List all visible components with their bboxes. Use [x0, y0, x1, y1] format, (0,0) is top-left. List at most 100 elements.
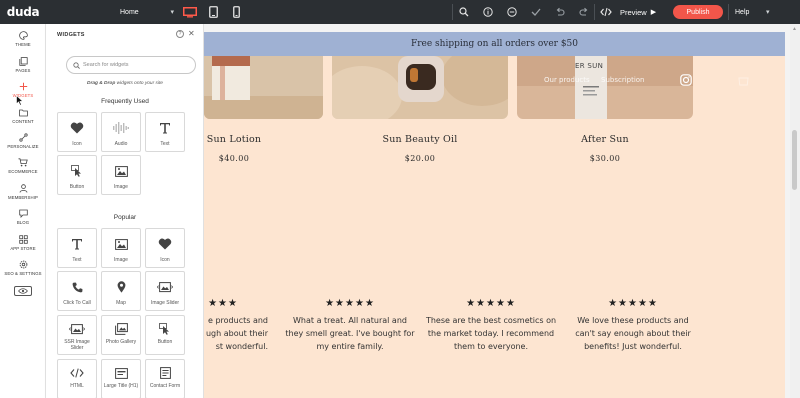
publish-button[interactable]: Publish [673, 5, 723, 19]
preview-label: Preview [620, 7, 647, 17]
image-icon [114, 164, 128, 178]
info-button[interactable] [476, 0, 500, 24]
product-name[interactable]: After Sun [517, 134, 693, 145]
widget-tile-audio[interactable]: Audio [101, 112, 141, 152]
rail-item-pages[interactable]: PAGES [0, 56, 46, 82]
desktop-view-button[interactable] [179, 0, 201, 24]
apps-icon [18, 234, 28, 244]
search-button[interactable] [452, 0, 476, 24]
scroll-up-icon[interactable]: ▲ [792, 26, 797, 32]
close-icon[interactable]: ✕ [188, 29, 195, 38]
widget-tile-text[interactable]: Text [145, 112, 185, 152]
rail-item-label: SEO & SETTINGS [4, 271, 42, 276]
undo-button[interactable] [548, 0, 572, 24]
rail-item-theme[interactable]: THEME [0, 30, 46, 56]
widget-tile-button[interactable]: Button [57, 155, 97, 195]
review-stars: ★★★ [208, 298, 238, 309]
widget-tile-html[interactable]: HTML [57, 359, 97, 398]
zoom-out-button[interactable] [500, 0, 524, 24]
preview-button[interactable]: Preview ▶ [620, 0, 656, 24]
rail-item-label: APP STORE [10, 246, 36, 251]
chevron-down-icon[interactable]: ▾ [766, 0, 770, 24]
rail-item-personalize[interactable]: PERSONALIZE [0, 132, 46, 158]
user-icon [18, 183, 28, 193]
help-icon[interactable]: ? [176, 30, 184, 38]
widget-tile-ssr-image-slider[interactable]: SSR Image Slider [57, 315, 97, 355]
review-line: them to everyone. [453, 342, 529, 351]
product-image[interactable]: ER SUN [517, 56, 693, 119]
widget-label: Button [157, 339, 173, 345]
rail-item-label: THEME [15, 42, 31, 47]
phone-icon [72, 280, 83, 294]
text-icon [71, 237, 83, 251]
widget-tile-text[interactable]: Text [57, 228, 97, 268]
product-image[interactable] [332, 56, 508, 119]
help-menu[interactable]: Help [735, 0, 749, 24]
audio-icon [113, 121, 129, 135]
drag-hint-text: widgets onto your site [115, 81, 163, 86]
widget-tile-photo-gallery[interactable]: Photo Gallery [101, 315, 141, 355]
site-preview[interactable]: Free shipping on all orders over $50 ER … [204, 32, 785, 398]
review-line: e products and [208, 316, 268, 325]
widget-tile-button[interactable]: Button [145, 315, 185, 355]
undo-icon [556, 7, 565, 16]
product-name[interactable]: Sun Lotion [204, 134, 264, 145]
mobile-view-button[interactable] [225, 0, 247, 24]
widget-tile-large-title[interactable]: Large Title (H1) [101, 359, 141, 398]
editor-canvas[interactable]: Free shipping on all orders over $50 ER … [204, 24, 800, 398]
search-input[interactable] [83, 62, 193, 68]
title-icon [114, 366, 128, 380]
review-line: my entire family. [316, 342, 384, 351]
rail-item-label: BLOG [16, 220, 30, 225]
code-icon [600, 7, 612, 17]
image-slider-icon [157, 280, 173, 294]
section-title-popular: Popular [113, 214, 137, 221]
folder-icon [18, 107, 28, 117]
widget-label: HTML [70, 383, 84, 389]
widget-tile-image[interactable]: Image [101, 155, 141, 195]
widget-label: Map [116, 300, 126, 306]
dev-mode-button[interactable] [594, 0, 618, 24]
site-nav-link[interactable]: Subscription [601, 76, 645, 84]
widget-tile-icon[interactable]: Icon [57, 112, 97, 152]
gear-icon [18, 259, 28, 269]
preview-toggle[interactable] [14, 286, 32, 296]
widget-label: Photo Gallery [105, 339, 137, 345]
widget-search[interactable] [66, 56, 196, 74]
widget-tile-click-to-call[interactable]: Click To Call [57, 271, 97, 311]
widget-tile-image[interactable]: Image [101, 228, 141, 268]
scrollbar-thumb[interactable] [792, 130, 797, 190]
duda-logo[interactable]: duda [0, 0, 46, 24]
widget-label: Button [69, 184, 85, 190]
cart-icon[interactable] [738, 74, 749, 86]
rail-item-ecommerce[interactable]: ECOMMERCE [0, 157, 46, 183]
pointer-icon [71, 164, 83, 178]
widget-tile-map[interactable]: Map [101, 271, 141, 311]
rail-item-app-store[interactable]: APP STORE [0, 234, 46, 260]
rail-item-membership[interactable]: MEMBERSHIP [0, 183, 46, 209]
widget-label: Image Slider [150, 300, 180, 306]
check-icon [531, 8, 541, 16]
widget-tile-contact-form[interactable]: Contact Form [145, 359, 185, 398]
check-button[interactable] [524, 0, 548, 24]
eye-icon [18, 288, 28, 294]
announcement-bar[interactable]: Free shipping on all orders over $50 [204, 32, 785, 56]
widget-tile-image-slider[interactable]: Image Slider [145, 271, 185, 311]
rail-item-blog[interactable]: BLOG [0, 208, 46, 234]
gallery-icon [114, 322, 128, 336]
widget-tile-icon[interactable]: Icon [145, 228, 185, 268]
widgets-panel: WIDGETS ? ✕ Drag & Drop widgets onto you… [46, 24, 204, 398]
instagram-icon[interactable] [680, 74, 692, 86]
redo-button[interactable] [572, 0, 596, 24]
rail-item-content[interactable]: CONTENT [0, 107, 46, 133]
announcement-text: Free shipping on all orders over $50 [411, 39, 578, 49]
widget-label: Audio [114, 141, 128, 147]
rail-item-seo-settings[interactable]: SEO & SETTINGS [0, 259, 46, 285]
map-pin-icon [117, 280, 126, 294]
tablet-view-button[interactable] [202, 0, 224, 24]
page-selector[interactable]: Home ▾ [114, 0, 178, 24]
product-image[interactable] [204, 56, 323, 119]
product-name[interactable]: Sun Beauty Oil [332, 134, 508, 145]
canvas-scrollbar[interactable]: ▲ [790, 24, 800, 398]
site-nav-link[interactable]: Our products [544, 76, 590, 84]
